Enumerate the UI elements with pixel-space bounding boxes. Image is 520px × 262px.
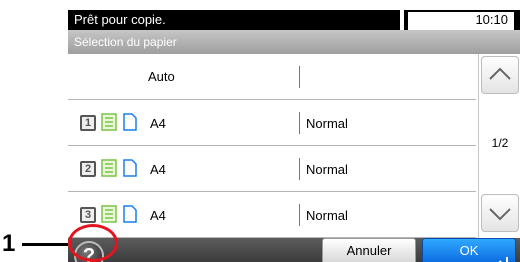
status-message: Prêt pour copie. <box>74 12 166 27</box>
paper-type: Normal <box>306 162 348 177</box>
paper-type: Normal <box>306 116 348 131</box>
paper-list: Auto 1 A4 Normal 2 A4 Normal 3 A4 Normal <box>68 54 478 238</box>
status-bar: Prêt pour copie. 10:10 <box>68 10 520 30</box>
column-separator <box>299 158 300 180</box>
screen-title: Sélection du papier <box>74 35 177 49</box>
status-time: 10:10 <box>408 12 514 30</box>
scroll-column: 1/2 <box>478 54 520 238</box>
page-indicator: 1/2 <box>491 136 509 150</box>
list-item-tray-1[interactable]: 1 A4 Normal <box>68 100 476 146</box>
list-item-auto[interactable]: Auto <box>68 54 476 100</box>
paper-stack-icon <box>101 205 117 223</box>
enter-icon <box>498 257 508 262</box>
portrait-orientation-icon <box>123 205 137 223</box>
paper-type: Normal <box>306 208 348 223</box>
chevron-up-icon <box>489 67 511 80</box>
screen-header: Sélection du papier <box>68 30 520 54</box>
callout-number: 1 <box>2 230 16 257</box>
column-separator <box>299 204 300 226</box>
scroll-up-button[interactable] <box>481 56 519 94</box>
list-item-tray-2[interactable]: 2 A4 Normal <box>68 146 476 192</box>
portrait-orientation-icon <box>123 159 137 177</box>
paper-stack-icon <box>101 113 117 131</box>
paper-size: A4 <box>150 116 166 131</box>
callout-highlight-ring <box>68 224 118 262</box>
chevron-down-icon <box>489 208 511 221</box>
paper-size: A4 <box>150 208 166 223</box>
callout-line <box>22 243 70 246</box>
scroll-down-button[interactable] <box>481 194 519 232</box>
column-separator <box>299 112 300 134</box>
status-divider <box>400 10 404 30</box>
paper-stack-icon <box>101 159 117 177</box>
paper-size: A4 <box>150 162 166 177</box>
list-item-tray-3[interactable]: 3 A4 Normal <box>68 192 476 238</box>
ok-button[interactable]: OK <box>422 238 516 262</box>
cancel-button[interactable]: Annuler <box>322 238 416 262</box>
column-separator <box>299 66 300 88</box>
tray-number-icon: 3 <box>80 207 96 223</box>
auto-label: Auto <box>148 69 175 84</box>
tray-number-icon: 2 <box>80 161 96 177</box>
bottom-bar: ? Annuler OK <box>68 238 520 262</box>
tray-number-icon: 1 <box>80 115 96 131</box>
ok-label: OK <box>459 243 479 258</box>
portrait-orientation-icon <box>123 113 137 131</box>
printer-panel: Prêt pour copie. 10:10 Sélection du papi… <box>68 10 520 262</box>
